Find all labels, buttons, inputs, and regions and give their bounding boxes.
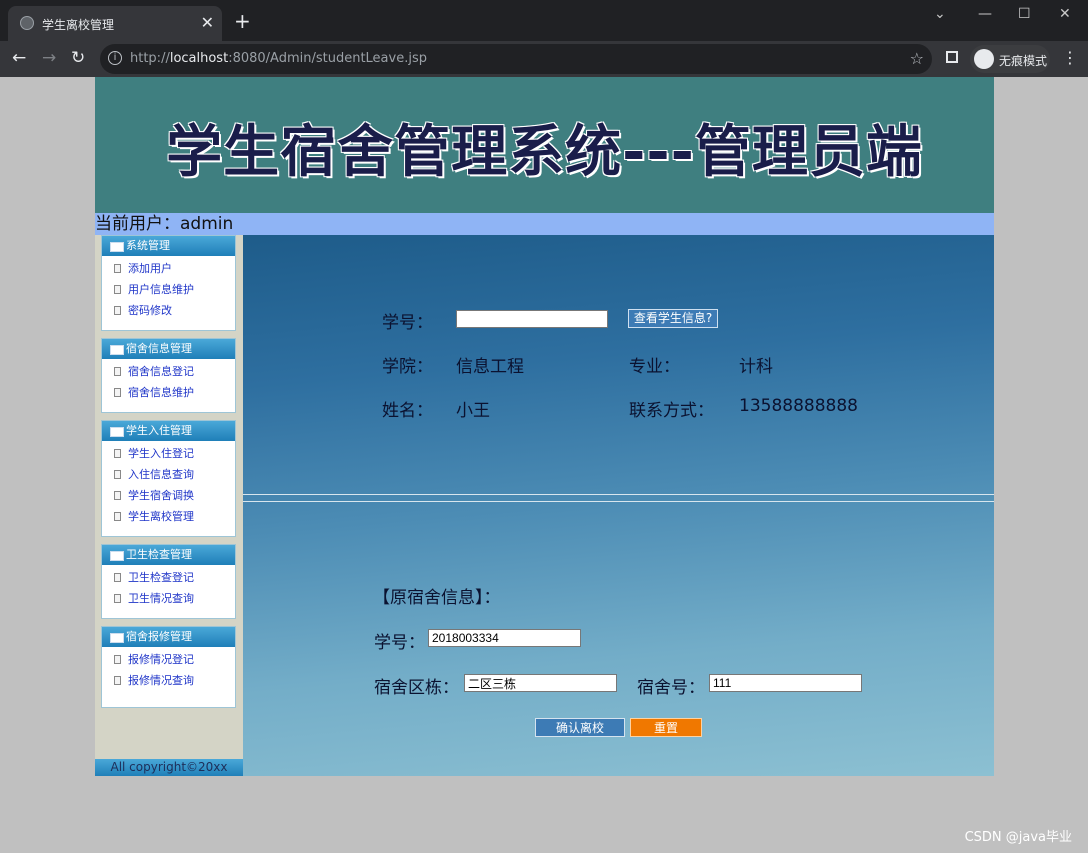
bookmark-star-icon[interactable]: ☆ xyxy=(910,49,924,68)
sidebar-item-repair-register[interactable]: 报修情况登记 xyxy=(102,649,235,670)
sidebar: 系统管理 添加用户 用户信息维护 密码修改 宿舍信息管理 宿舍信息登记 宿舍信息… xyxy=(95,235,243,776)
back-icon[interactable]: ← xyxy=(12,48,26,68)
sidebar-item-dorm-register[interactable]: 宿舍信息登记 xyxy=(102,361,235,382)
student-id-input[interactable] xyxy=(456,310,608,328)
book-icon xyxy=(110,345,124,355)
reset-button[interactable]: 重置 xyxy=(630,718,702,737)
room-label: 宿舍号： xyxy=(637,678,705,698)
main-content: 学号： 查看学生信息? 学院： 信息工程 专业： 计科 姓名： 小王 联系方式：… xyxy=(243,235,994,776)
reload-icon[interactable]: ↻ xyxy=(71,48,85,68)
major-value: 计科 xyxy=(739,357,773,377)
dorm-section-title: 【原宿舍信息】： xyxy=(373,588,501,608)
globe-icon xyxy=(20,16,34,30)
copyright-footer: All copyright©20xx xyxy=(95,759,243,776)
query-student-button[interactable]: 查看学生信息? xyxy=(628,309,718,328)
sidebar-item-student-leave[interactable]: 学生离校管理 xyxy=(102,506,235,527)
browser-tab[interactable]: 学生离校管理 ✕ xyxy=(8,6,222,41)
dorm-student-id-input[interactable] xyxy=(428,629,581,647)
student-id-label: 学号： xyxy=(382,313,433,333)
sidebar-item-checkin-register[interactable]: 学生入住登记 xyxy=(102,443,235,464)
browser-tab-bar: 学生离校管理 ✕ + ⌄ — ☐ ✕ xyxy=(0,0,1088,41)
document-icon xyxy=(114,655,121,664)
book-icon xyxy=(110,242,124,252)
watermark: CSDN @java毕业 xyxy=(964,830,1072,845)
document-icon xyxy=(114,512,121,521)
incognito-badge[interactable]: 无痕模式 xyxy=(970,45,1050,73)
book-icon xyxy=(110,427,124,437)
contact-label: 联系方式： xyxy=(629,401,714,421)
url-text: http://localhost:8080/Admin/studentLeave… xyxy=(130,51,427,66)
name-label: 姓名： xyxy=(382,401,433,421)
minimize-icon[interactable]: — xyxy=(978,6,992,22)
room-input[interactable] xyxy=(709,674,862,692)
document-icon xyxy=(114,449,121,458)
document-icon xyxy=(114,367,121,376)
divider xyxy=(243,501,994,502)
sidebar-item-dorm-swap[interactable]: 学生宿舍调换 xyxy=(102,485,235,506)
contact-value: 13588888888 xyxy=(739,396,858,416)
side-panel-icon[interactable] xyxy=(946,51,958,63)
browser-toolbar: ← → ↻ i http://localhost:8080/Admin/stud… xyxy=(0,41,1088,77)
menu-group-header[interactable]: 卫生检查管理 xyxy=(102,545,235,565)
menu-group-dorm: 宿舍信息管理 宿舍信息登记 宿舍信息维护 xyxy=(101,338,236,413)
document-icon xyxy=(114,306,121,315)
banner: 学生宿舍管理系统---管理员端 xyxy=(95,77,994,213)
menu-icon[interactable]: ⋮ xyxy=(1062,48,1078,67)
document-icon xyxy=(114,676,121,685)
menu-group-header[interactable]: 系统管理 xyxy=(102,236,235,256)
close-tab-icon[interactable]: ✕ xyxy=(201,13,214,32)
building-label: 宿舍区栋： xyxy=(374,678,459,698)
sidebar-item-hygiene-register[interactable]: 卫生检查登记 xyxy=(102,567,235,588)
confirm-leave-button[interactable]: 确认离校 xyxy=(535,718,625,737)
menu-group-header[interactable]: 宿舍信息管理 xyxy=(102,339,235,359)
sidebar-item-repair-query[interactable]: 报修情况查询 xyxy=(102,670,235,691)
sidebar-item-password[interactable]: 密码修改 xyxy=(102,300,235,321)
document-icon xyxy=(114,573,121,582)
book-icon xyxy=(110,633,124,643)
chevron-down-icon[interactable]: ⌄ xyxy=(934,6,946,22)
document-icon xyxy=(114,594,121,603)
maximize-icon[interactable]: ☐ xyxy=(1018,6,1031,22)
document-icon xyxy=(114,285,121,294)
menu-group-hygiene: 卫生检查管理 卫生检查登记 卫生情况查询 xyxy=(101,544,236,619)
current-user-bar: 当前用户：admin xyxy=(95,213,994,235)
new-tab-button[interactable]: + xyxy=(234,9,251,33)
incognito-icon xyxy=(974,49,994,69)
address-bar[interactable]: i http://localhost:8080/Admin/studentLea… xyxy=(100,44,932,74)
building-input[interactable] xyxy=(464,674,617,692)
sidebar-item-hygiene-query[interactable]: 卫生情况查询 xyxy=(102,588,235,609)
menu-group-header[interactable]: 学生入住管理 xyxy=(102,421,235,441)
major-label: 专业： xyxy=(629,357,680,377)
document-icon xyxy=(114,388,121,397)
menu-group-header[interactable]: 宿舍报修管理 xyxy=(102,627,235,647)
document-icon xyxy=(114,470,121,479)
college-value: 信息工程 xyxy=(456,357,524,377)
menu-group-system: 系统管理 添加用户 用户信息维护 密码修改 xyxy=(101,235,236,331)
sidebar-item-user-maintain[interactable]: 用户信息维护 xyxy=(102,279,235,300)
dorm-student-id-label: 学号： xyxy=(374,633,425,653)
tab-title: 学生离校管理 xyxy=(42,18,115,32)
page: 学生宿舍管理系统---管理员端 当前用户：admin 系统管理 添加用户 用户信… xyxy=(95,77,994,776)
menu-group-checkin: 学生入住管理 学生入住登记 入住信息查询 学生宿舍调换 学生离校管理 xyxy=(101,420,236,537)
sidebar-item-dorm-maintain[interactable]: 宿舍信息维护 xyxy=(102,382,235,403)
document-icon xyxy=(114,264,121,273)
incognito-label: 无痕模式 xyxy=(999,54,1048,68)
document-icon xyxy=(114,491,121,500)
info-icon[interactable]: i xyxy=(108,51,122,65)
divider xyxy=(243,494,994,495)
book-icon xyxy=(110,551,124,561)
sidebar-item-add-user[interactable]: 添加用户 xyxy=(102,258,235,279)
name-value: 小王 xyxy=(456,401,490,421)
college-label: 学院： xyxy=(382,357,433,377)
close-window-icon[interactable]: ✕ xyxy=(1059,6,1071,22)
forward-icon[interactable]: → xyxy=(42,48,56,68)
sidebar-item-checkin-query[interactable]: 入住信息查询 xyxy=(102,464,235,485)
page-title: 学生宿舍管理系统---管理员端 xyxy=(166,120,923,185)
menu-group-repair: 宿舍报修管理 报修情况登记 报修情况查询 xyxy=(101,626,236,708)
